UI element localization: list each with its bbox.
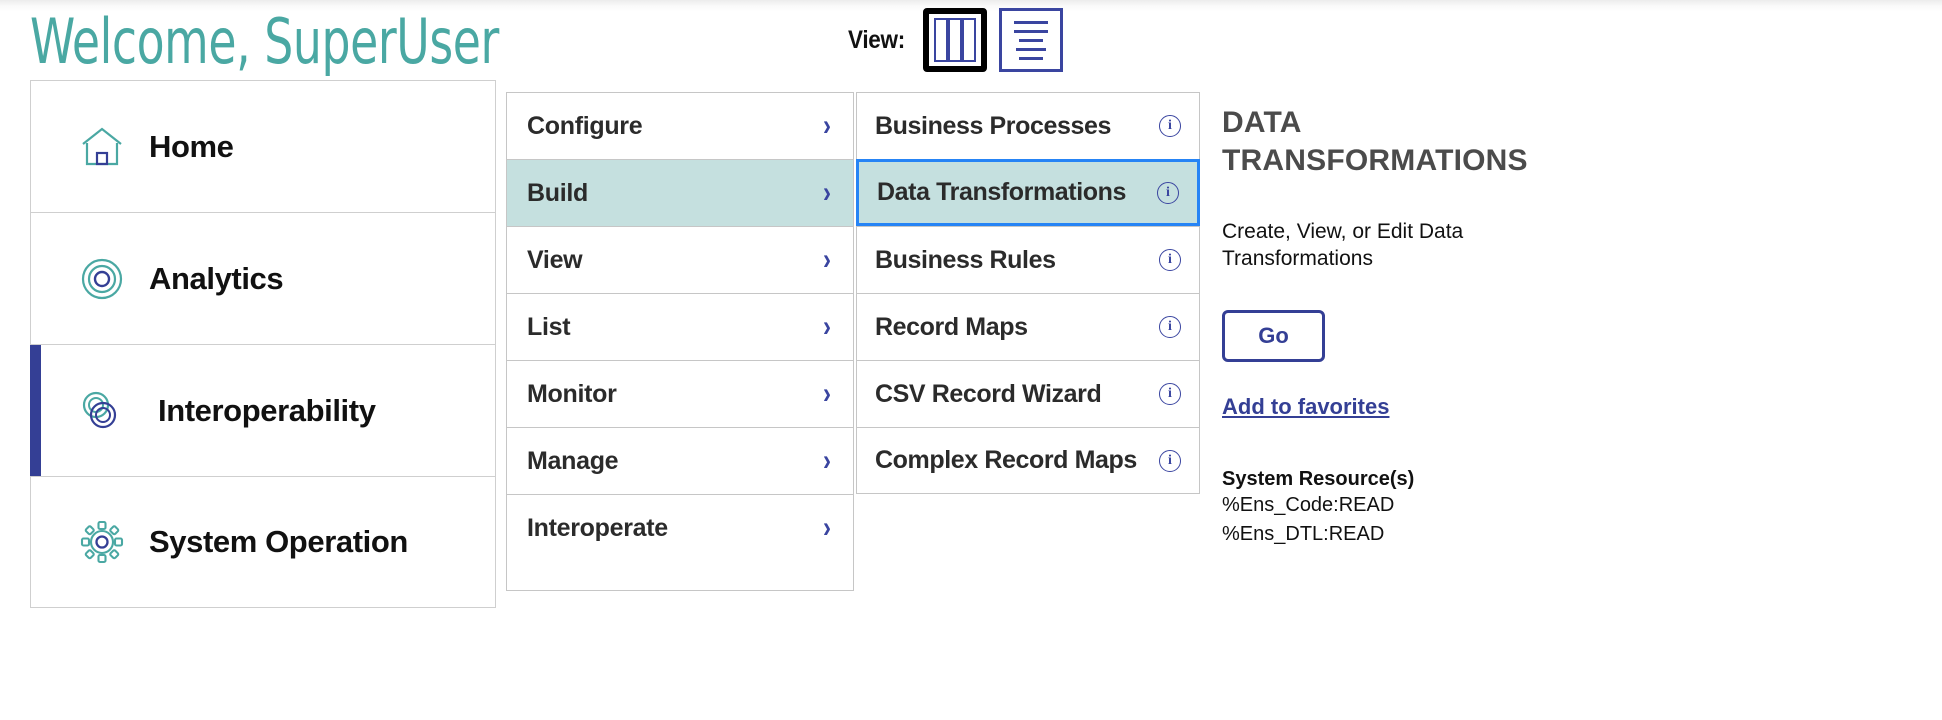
chevron-right-icon: › — [823, 443, 831, 478]
menu-item-manage[interactable]: Manage › — [506, 427, 854, 494]
menu-item-label: Business Rules — [875, 245, 1056, 274]
menu-item-complex-record-maps[interactable]: Complex Record Maps i — [856, 427, 1200, 494]
view-label: View: — [848, 25, 906, 54]
view-toggle-group: View: — [848, 8, 1064, 72]
interlocking-circles-icon — [66, 387, 136, 435]
menu-item-view[interactable]: View › — [506, 226, 854, 293]
info-icon[interactable]: i — [1157, 181, 1179, 204]
menu-item-record-maps[interactable]: Record Maps i — [856, 293, 1200, 360]
gear-icon — [67, 519, 137, 565]
info-icon[interactable]: i — [1159, 316, 1181, 338]
list-view-button[interactable] — [999, 8, 1064, 72]
chevron-right-icon: › — [823, 309, 831, 344]
sidebar-item-interoperability[interactable]: Interoperability — [30, 344, 496, 476]
menu-item-label: Record Maps — [875, 312, 1028, 341]
menu-item-monitor[interactable]: Monitor › — [506, 360, 854, 427]
detail-panel: DATA TRANSFORMATIONS Create, View, or Ed… — [1222, 104, 1622, 549]
menu-item-data-transformations[interactable]: Data Transformations i — [856, 159, 1200, 226]
menu-item-label: Complex Record Maps — [875, 446, 1137, 474]
menu-column-tertiary: Business Processes i Data Transformation… — [856, 92, 1200, 494]
menu-item-business-rules[interactable]: Business Rules i — [856, 226, 1200, 293]
page-header: Welcome, SuperUser View: — [0, 0, 1942, 92]
menu-item-business-processes[interactable]: Business Processes i — [856, 92, 1200, 159]
menu-item-build[interactable]: Build › — [506, 159, 854, 226]
info-icon[interactable]: i — [1159, 383, 1181, 405]
list-view-icon — [1009, 18, 1053, 62]
system-resource-item: %Ens_DTL:READ — [1222, 523, 1385, 545]
system-resource-item: %Ens_Code:READ — [1222, 494, 1395, 516]
chevron-right-icon: › — [823, 108, 831, 143]
application-window: Welcome, SuperUser View: Home Analytics … — [0, 0, 1942, 720]
add-to-favorites-link[interactable]: Add to favorites — [1222, 394, 1389, 420]
primary-sidebar: Home Analytics Interoperability System O… — [30, 80, 496, 608]
menu-item-interoperate[interactable]: Interoperate › — [506, 494, 854, 561]
columns-view-button[interactable] — [923, 8, 988, 72]
menu-item-label: Monitor — [527, 379, 617, 408]
sidebar-item-label: Home — [149, 128, 234, 164]
detail-title: DATA TRANSFORMATIONS — [1222, 106, 1528, 177]
chevron-right-icon: › — [823, 510, 831, 545]
sidebar-item-label: Interoperability — [158, 392, 376, 428]
go-button[interactable]: Go — [1222, 310, 1325, 362]
menu-item-csv-record-wizard[interactable]: CSV Record Wizard i — [856, 360, 1200, 427]
house-icon — [67, 124, 137, 170]
menu-item-configure[interactable]: Configure › — [506, 92, 854, 159]
info-icon[interactable]: i — [1159, 449, 1181, 472]
chevron-right-icon: › — [823, 175, 831, 210]
sidebar-item-label: Analytics — [149, 260, 284, 296]
menu-column-secondary: Configure › Build › View › List › Monito… — [506, 92, 854, 591]
detail-description: Create, View, or Edit Data Transformatio… — [1222, 220, 1464, 270]
menu-item-list[interactable]: List › — [506, 293, 854, 360]
page-title: Welcome, SuperUser — [30, 5, 499, 78]
menu-item-label: CSV Record Wizard — [875, 379, 1102, 408]
chevron-right-icon: › — [823, 376, 831, 411]
menu-item-label: Business Processes — [875, 111, 1112, 140]
system-resources-heading: System Resource(s) — [1222, 468, 1415, 490]
menu-item-partial-next[interactable] — [506, 561, 854, 591]
active-indicator-bar — [30, 345, 41, 476]
menu-item-label: Interoperate — [527, 513, 668, 542]
menu-item-label: Build — [527, 178, 588, 207]
info-icon[interactable]: i — [1159, 249, 1181, 271]
info-icon[interactable]: i — [1159, 115, 1181, 137]
chevron-right-icon: › — [823, 242, 831, 277]
menu-item-label: Manage — [527, 446, 619, 475]
menu-item-label: Configure — [527, 111, 643, 140]
sidebar-item-label: System Operation — [149, 524, 408, 559]
sidebar-item-home[interactable]: Home — [30, 80, 496, 212]
target-circles-icon — [67, 256, 137, 302]
menu-item-label: View — [527, 245, 583, 274]
menu-item-label: List — [527, 312, 571, 341]
sidebar-item-analytics[interactable]: Analytics — [30, 212, 496, 344]
columns-view-icon — [934, 18, 977, 62]
menu-item-label: Data Transformations — [877, 178, 1127, 206]
sidebar-item-system-operation[interactable]: System Operation — [30, 476, 496, 608]
